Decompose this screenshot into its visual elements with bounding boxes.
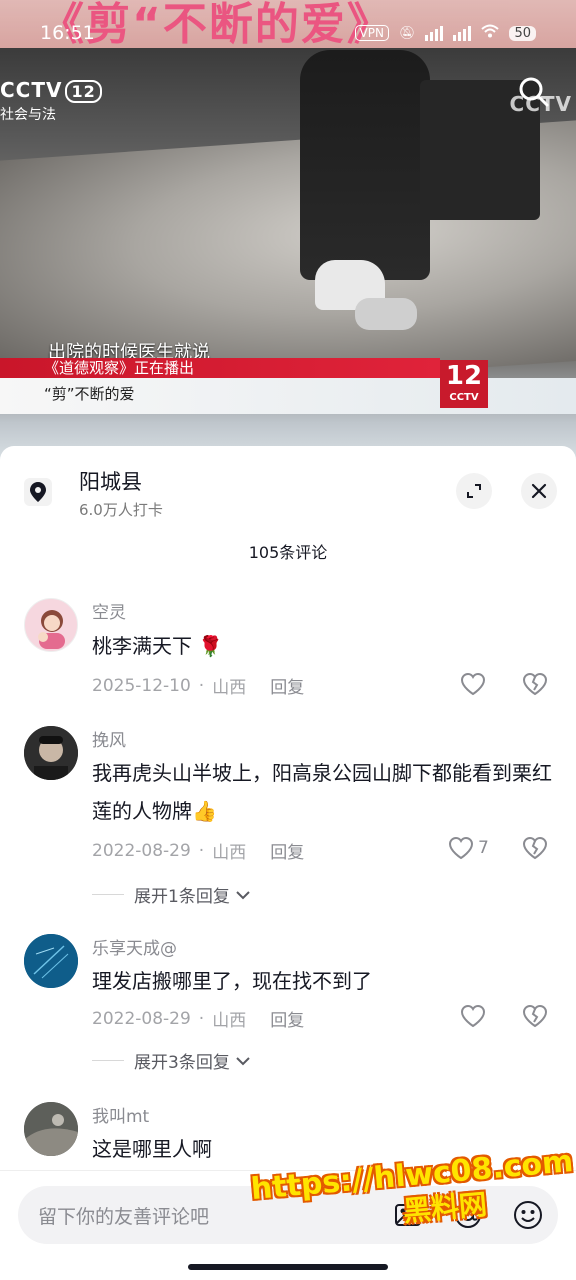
location-header[interactable]: 阳城县 6.0万人打卡 xyxy=(0,446,576,530)
comment-date: 2025-12-10 xyxy=(92,675,191,696)
dislike-button[interactable] xyxy=(522,1004,548,1032)
like-button[interactable] xyxy=(460,672,490,696)
channel-badge-brand: CCTV xyxy=(449,392,479,403)
dislike-button[interactable] xyxy=(522,836,548,864)
comment-region: 山西 xyxy=(212,843,247,863)
signal-icon xyxy=(425,25,444,41)
avatar[interactable] xyxy=(24,934,78,988)
reply-button[interactable]: 回复 xyxy=(270,838,304,863)
comment-username[interactable]: 乐享天成@ xyxy=(92,934,177,959)
comment-username[interactable]: 我叫mt xyxy=(92,1102,149,1127)
avatar[interactable] xyxy=(24,726,78,780)
search-icon[interactable] xyxy=(518,76,550,108)
comment-text: 我再虎头山半坡上，阳高泉公园山脚下都能看到栗红莲的人物牌👍 xyxy=(92,761,552,823)
expand-replies-button[interactable]: 展开3条回复 xyxy=(92,1048,252,1073)
reply-button[interactable]: 回复 xyxy=(270,1006,304,1031)
comment-meta: 2025-12-10 · 山西 回复 xyxy=(92,673,304,699)
channel-logo-text: CCTV xyxy=(0,78,63,102)
reply-button[interactable]: 回复 xyxy=(270,673,304,698)
status-time: 16:51 xyxy=(40,22,95,44)
comment-region: 山西 xyxy=(212,678,247,698)
heart-icon xyxy=(448,836,474,860)
like-button[interactable] xyxy=(460,1004,490,1028)
home-indicator[interactable] xyxy=(188,1264,388,1270)
comment-text: 理发店搬哪里了，现在找不到了 xyxy=(92,969,372,993)
close-button[interactable] xyxy=(521,473,557,509)
comment-date: 2022-08-29 xyxy=(92,840,191,861)
heart-icon xyxy=(460,672,486,696)
video-frame-person xyxy=(300,50,430,280)
vpn-badge: VPN xyxy=(354,25,389,41)
avatar[interactable] xyxy=(24,1102,78,1156)
expand-icon xyxy=(467,484,481,498)
mute-icon: 🔕︎ xyxy=(398,25,416,41)
wifi-icon xyxy=(481,24,500,42)
comment-count: 105条评论 xyxy=(248,543,328,562)
broken-heart-icon xyxy=(522,836,548,860)
video-player[interactable]: 《剪“不断的爱》 16:51 VPN 🔕︎ 50 CCTV 12 社会与法 CCT… xyxy=(0,0,576,470)
comment-username[interactable]: 挽风 xyxy=(92,726,126,751)
divider xyxy=(92,894,124,895)
location-name: 阳城县 xyxy=(79,470,142,494)
channel-name: 社会与法 xyxy=(0,107,56,123)
heart-icon xyxy=(460,1004,486,1028)
close-icon xyxy=(531,483,547,499)
expand-button[interactable] xyxy=(456,473,492,509)
comment-date: 2022-08-29 xyxy=(92,1008,191,1029)
divider xyxy=(92,1060,124,1061)
status-bar: 16:51 VPN 🔕︎ 50 xyxy=(40,20,536,46)
comment-region: 山西 xyxy=(212,1011,247,1031)
broken-heart-icon xyxy=(522,1004,548,1028)
channel-badge: 12 CCTV xyxy=(440,360,488,408)
dislike-button[interactable] xyxy=(522,672,548,700)
chevron-down-icon xyxy=(236,1056,250,1065)
video-frame-shoe xyxy=(355,298,417,330)
now-playing-bar: 《道德观察》正在播出 xyxy=(0,358,440,378)
comment-username[interactable]: 空灵 xyxy=(92,598,126,623)
location-pin-icon xyxy=(24,478,52,506)
comment-text: 桃李满天下 🌹 xyxy=(92,634,224,658)
channel-number: 12 xyxy=(65,80,102,103)
broken-heart-icon xyxy=(522,672,548,696)
channel-logo: CCTV 12 社会与法 xyxy=(0,78,102,124)
like-button[interactable]: 7 xyxy=(448,836,489,860)
comment-meta: 2022-08-29 · 山西 回复 xyxy=(92,838,304,864)
avatar[interactable] xyxy=(24,598,78,652)
comment-input-placeholder: 留下你的友善评论吧 xyxy=(38,1206,210,1228)
signal-icon xyxy=(453,25,472,41)
location-checkins: 6.0万人打卡 xyxy=(79,501,163,519)
expand-replies-label: 展开1条回复 xyxy=(134,887,230,907)
program-title-bar: “剪”不断的爱 xyxy=(0,378,576,414)
expand-replies-label: 展开3条回复 xyxy=(134,1053,230,1073)
chevron-down-icon xyxy=(236,890,250,899)
comment-meta: 2022-08-29 · 山西 回复 xyxy=(92,1006,304,1032)
expand-replies-button[interactable]: 展开1条回复 xyxy=(92,882,252,907)
like-count: 7 xyxy=(478,838,489,858)
battery-indicator: 50 xyxy=(509,25,536,41)
channel-badge-number: 12 xyxy=(445,361,483,391)
